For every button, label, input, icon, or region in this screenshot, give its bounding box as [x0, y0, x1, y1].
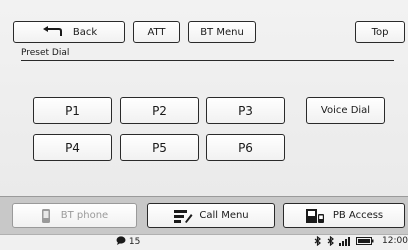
back-arrow-icon [42, 26, 62, 36]
preset-p6-button[interactable]: P6 [206, 134, 285, 161]
preset-label: P4 [65, 140, 80, 155]
phone-icon [41, 208, 50, 223]
status-bar: 15 12:00 [0, 234, 408, 250]
preset-p1-button[interactable]: P1 [33, 97, 112, 124]
call-menu-button[interactable]: Call Menu [147, 203, 275, 228]
bt-menu-button[interactable]: BT Menu [188, 21, 256, 43]
top-label: Top [371, 26, 389, 38]
section-title: Preset Dial [21, 48, 70, 58]
battery-icon [355, 237, 374, 245]
top-button[interactable]: Top [355, 21, 405, 43]
preset-p2-button[interactable]: P2 [120, 97, 199, 124]
message-indicator: 15 [116, 236, 140, 247]
back-label: Back [72, 26, 98, 38]
bt-menu-label: BT Menu [200, 26, 244, 38]
voice-dial-button[interactable]: Voice Dial [306, 97, 385, 124]
preset-p3-button[interactable]: P3 [206, 97, 285, 124]
preset-label: P2 [152, 103, 167, 118]
bluetooth-icon [327, 235, 334, 247]
message-count: 15 [128, 237, 141, 247]
bt-phone-label: BT phone [60, 210, 109, 221]
bluetooth-icon [314, 235, 321, 247]
phonebook-icon [305, 208, 324, 223]
preset-label: P1 [65, 103, 80, 118]
pb-access-button[interactable]: PB Access [283, 203, 405, 228]
preset-p5-button[interactable]: P5 [120, 134, 199, 161]
phone-screen: Back ATT BT Menu Top Preset Dial P1 P2 P… [0, 0, 408, 250]
clock: 12:00 [382, 236, 408, 246]
preset-label: P5 [152, 140, 167, 155]
back-button[interactable]: Back [13, 21, 125, 43]
preset-p4-button[interactable]: P4 [33, 134, 112, 161]
call-menu-label: Call Menu [199, 210, 249, 221]
att-button[interactable]: ATT [133, 21, 180, 43]
att-label: ATT [147, 26, 166, 38]
preset-label: P3 [238, 103, 253, 118]
bt-phone-button[interactable]: BT phone [12, 203, 137, 228]
pb-access-label: PB Access [332, 210, 384, 221]
status-icons [313, 235, 374, 248]
section-divider [21, 60, 394, 61]
preset-label: P6 [238, 140, 253, 155]
message-bubble-icon [116, 236, 126, 245]
voice-dial-label: Voice Dial [320, 105, 371, 116]
signal-icon [338, 237, 350, 246]
call-menu-icon [174, 209, 193, 223]
